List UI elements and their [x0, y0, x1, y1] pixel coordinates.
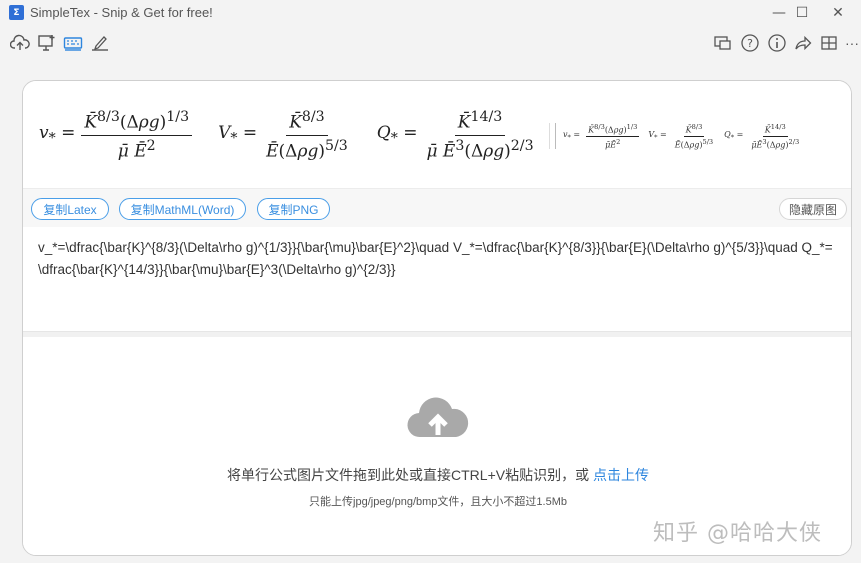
rendered-formula: v* = K̄8/3(Δρg)1/3 μ̄ Ē2 V* = K̄8/3 Ē(Δρg)… — [39, 109, 534, 162]
upload-main-text: 将单行公式图片文件拖到此处或直接CTRL+V粘贴识别，或 — [227, 467, 593, 483]
more-icon[interactable]: ··· — [843, 33, 861, 53]
close-button[interactable]: ✕ — [815, 0, 861, 26]
svg-text:?: ? — [747, 37, 753, 50]
copy-button-row: 复制Latex 复制MathML(Word) 复制PNG 隐藏原图 — [23, 189, 851, 227]
title-bar: Σ SimpleTex - Snip & Get for free! — ☐ ✕ — [0, 0, 861, 26]
latex-output-textarea[interactable]: v_*=\dfrac{\bar{K}^{8/3}(\Delta\rho g)^{… — [23, 227, 851, 331]
hide-original-button[interactable]: 隐藏原图 — [779, 198, 847, 220]
upload-instructions: 将单行公式图片文件拖到此处或直接CTRL+V粘贴识别，或 点击上传 — [23, 465, 851, 485]
feedback-icon[interactable] — [713, 33, 733, 53]
original-image-thumbnail: v* = K̄8/3(Δρg)1/3 μ̄Ē2 V* = K̄8/3 Ē(Δρg)5… — [563, 123, 800, 150]
watermark: 知乎 @哈哈大侠 — [653, 521, 822, 546]
info-icon[interactable] — [767, 33, 787, 53]
upload-cloud-icon[interactable] — [10, 33, 30, 53]
upload-file-hint: 只能上传jpg/jpeg/png/bmp文件，且大小不超过1.5Mb — [309, 496, 567, 508]
share-icon[interactable] — [793, 33, 813, 53]
window-title: SimpleTex - Snip & Get for free! — [30, 5, 213, 20]
divider — [549, 123, 550, 149]
screen-snip-icon[interactable] — [37, 33, 57, 53]
handwrite-icon[interactable] — [90, 33, 110, 53]
help-icon[interactable]: ? — [740, 33, 760, 53]
app-logo-icon: Σ — [9, 5, 24, 20]
divider — [555, 123, 556, 149]
layout-icon[interactable] — [819, 33, 839, 53]
copy-mathml-button[interactable]: 复制MathML(Word) — [119, 198, 246, 220]
copy-png-button[interactable]: 复制PNG — [257, 198, 330, 220]
main-card: v* = K̄8/3(Δρg)1/3 μ̄ Ē2 V* = K̄8/3 Ē(Δρg)… — [22, 80, 852, 556]
formula-preview: v* = K̄8/3(Δρg)1/3 μ̄ Ē2 V* = K̄8/3 Ē(Δρg)… — [23, 81, 851, 189]
click-upload-link[interactable]: 点击上传 — [593, 467, 649, 483]
app-window: Σ SimpleTex - Snip & Get for free! — ☐ ✕ — [0, 0, 861, 563]
cloud-upload-icon — [406, 393, 470, 443]
keyboard-icon[interactable] — [63, 33, 83, 53]
copy-latex-button[interactable]: 复制Latex — [31, 198, 109, 220]
